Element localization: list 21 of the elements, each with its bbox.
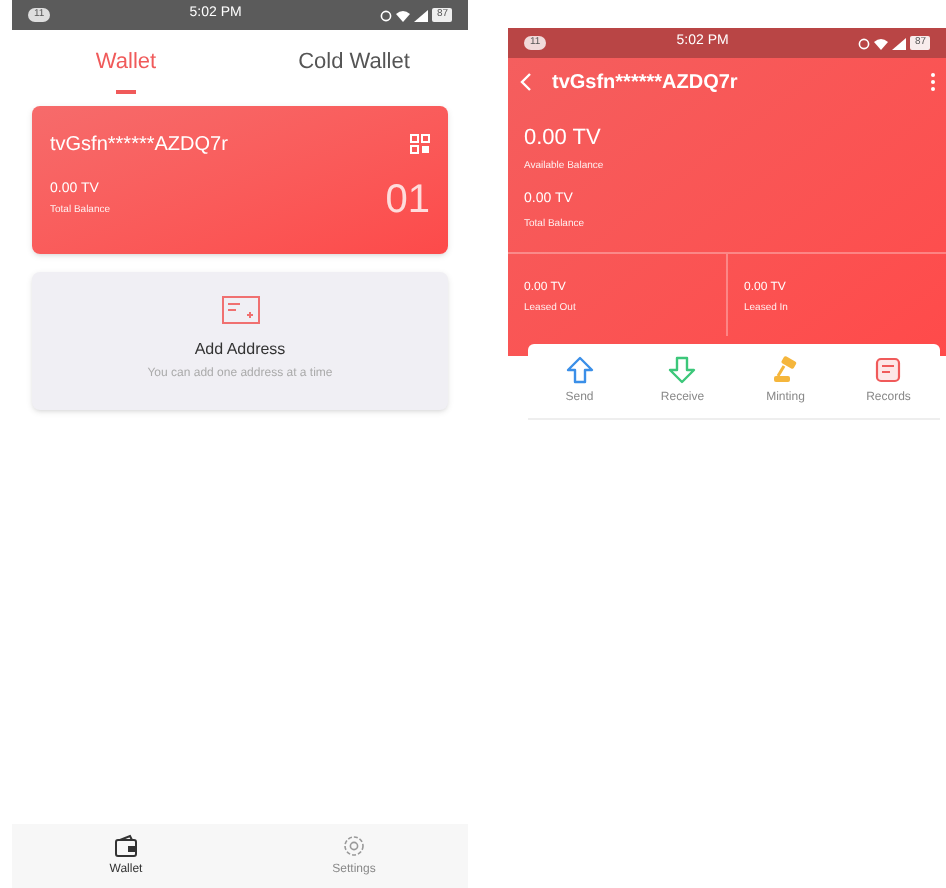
arrow-down-icon <box>668 355 697 383</box>
settings-icon <box>342 833 366 857</box>
back-icon[interactable] <box>518 72 534 92</box>
gavel-icon <box>771 355 800 383</box>
wallet-icon <box>114 833 138 857</box>
arrow-up-icon <box>565 355 594 383</box>
tab[interactable]: Wallet <box>12 46 240 93</box>
signal-icon <box>892 37 907 49</box>
more-options-icon[interactable] <box>930 72 936 92</box>
card-add-icon <box>221 295 259 323</box>
document-icon <box>874 355 903 383</box>
wallet-number: 01 <box>385 179 430 219</box>
add-address-title: Add Address <box>194 337 286 361</box>
qr-code-icon[interactable] <box>410 134 430 154</box>
wifi-icon <box>874 37 889 49</box>
address-title: tvGsfn******AZDQ7r <box>552 69 738 97</box>
wifi-icon <box>396 9 411 21</box>
signal-icon <box>414 9 429 21</box>
wallet-address: tvGsfn******AZDQ7r <box>50 131 228 159</box>
available-balance-value: 0.00 TV <box>524 124 603 154</box>
tab[interactable]: Cold Wallet <box>240 46 468 93</box>
